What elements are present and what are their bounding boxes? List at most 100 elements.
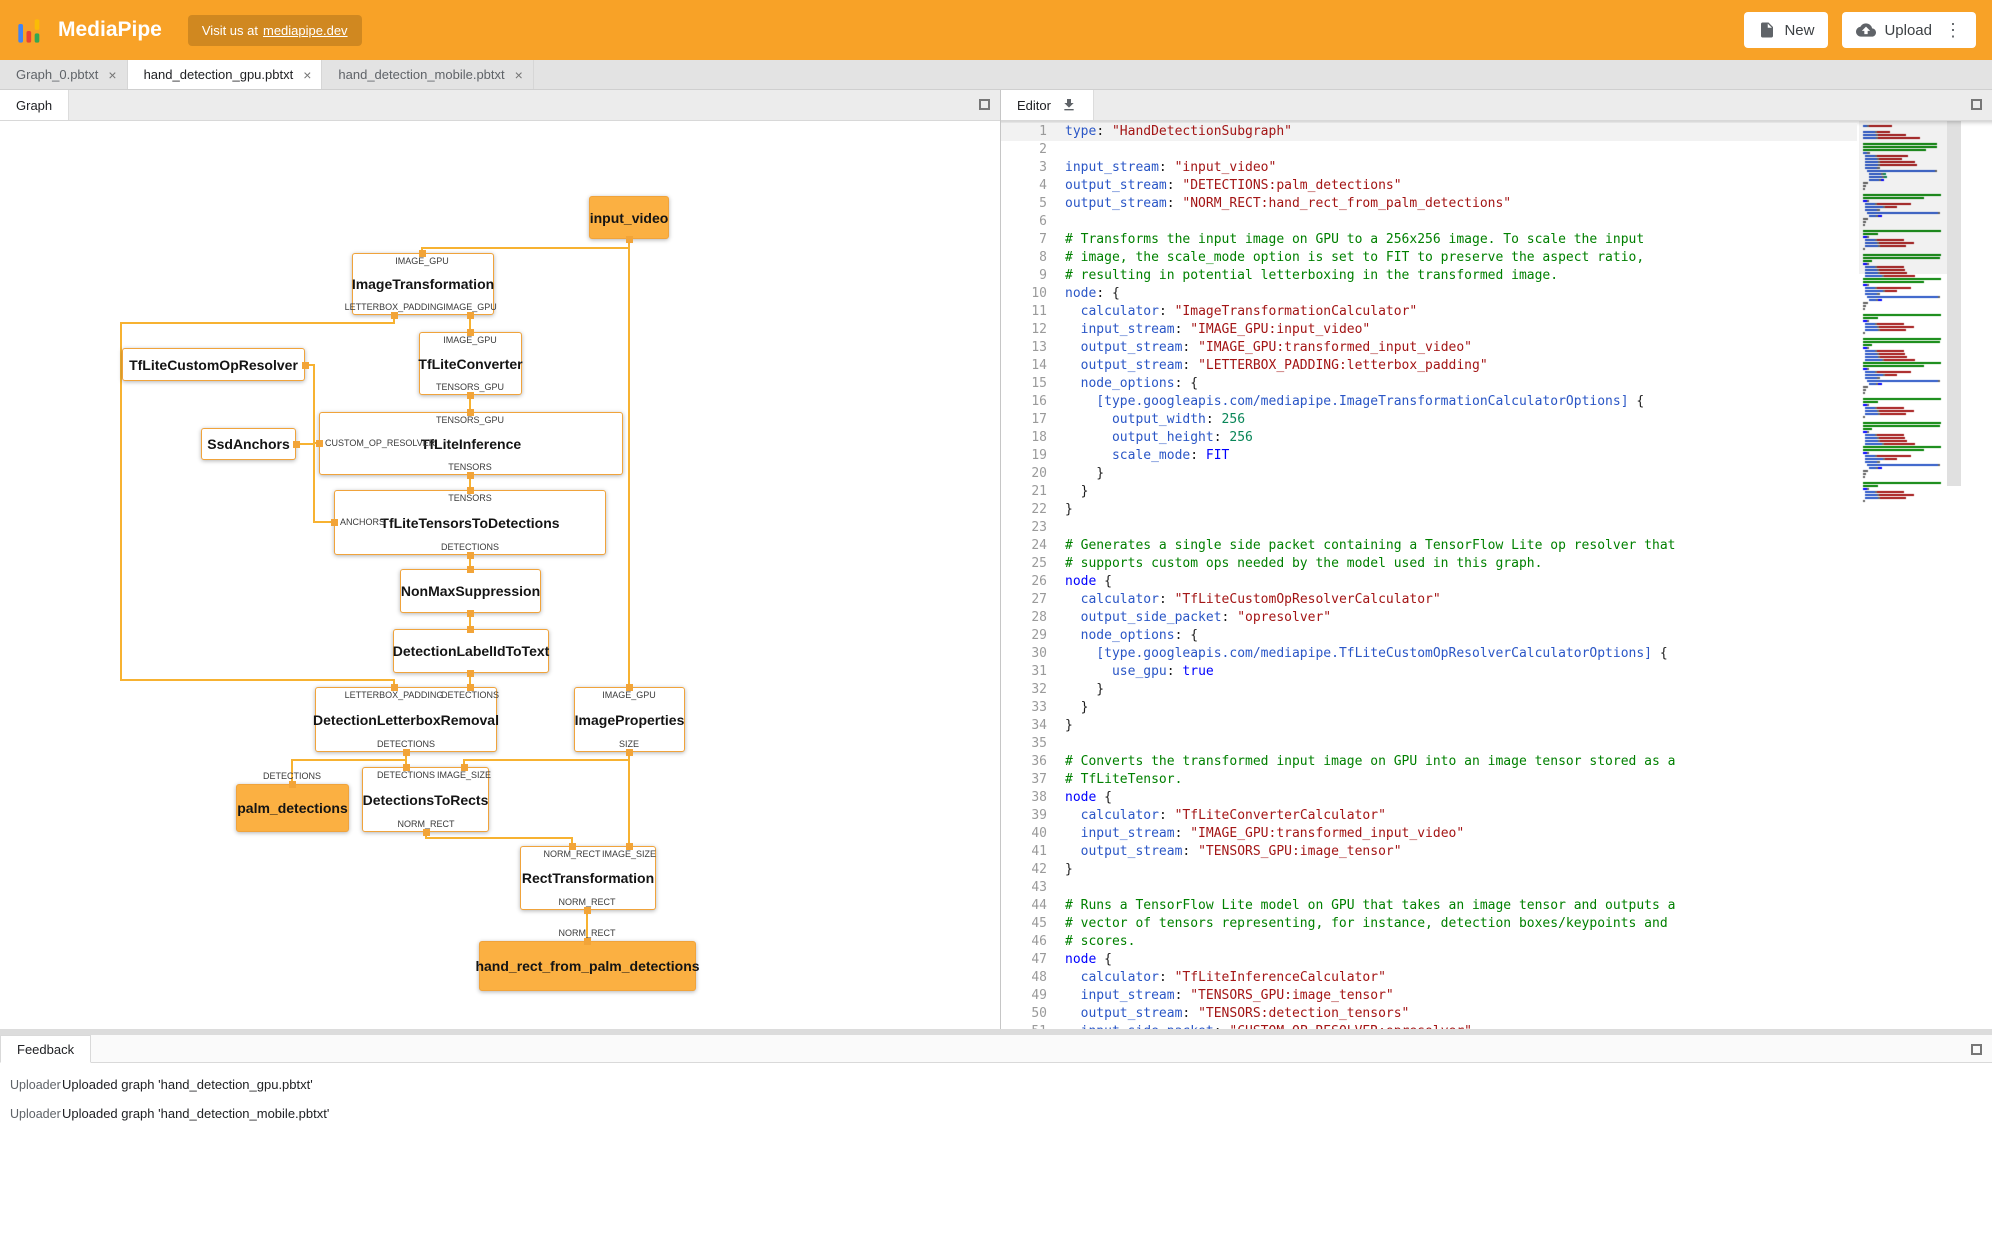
graph-node-input_video[interactable]: input_video	[589, 196, 669, 239]
close-tab-icon[interactable]: ×	[108, 67, 116, 83]
port-label: IMAGE_GPU	[443, 335, 497, 345]
code-line: 36 # Converts the transformed input image…	[1001, 753, 1857, 771]
line-number: 10	[1031, 286, 1047, 301]
code-line: 38 node {	[1001, 789, 1857, 807]
line-number: 12	[1031, 322, 1047, 337]
app-header: MediaPipe Visit us at mediapipe.dev New …	[0, 0, 1992, 60]
port-label: IMAGE_SIZE	[601, 849, 657, 859]
code-editor[interactable]: 1 type: "HandDetectionSubgraph" 2 3 input_st…	[1001, 121, 1992, 1029]
line-number: 36	[1031, 754, 1047, 769]
port-label: NORM_RECT	[397, 819, 455, 829]
node-title: SsdAnchors	[207, 436, 290, 452]
code-line: 18 output_height: 256	[1001, 429, 1857, 447]
document-tab[interactable]: hand_detection_gpu.pbtxt ×	[127, 60, 323, 89]
close-tab-icon[interactable]: ×	[515, 67, 523, 83]
visit-link[interactable]: mediapipe.dev	[263, 23, 348, 38]
document-tab[interactable]: hand_detection_mobile.pbtxt ×	[322, 60, 534, 89]
port-label: IMAGE_GPU	[443, 302, 497, 312]
port-label: DETECTIONS	[440, 542, 500, 552]
port-label: DETECTIONS	[440, 690, 500, 700]
popout-feedback-icon[interactable]	[1971, 1044, 1982, 1055]
code-line: 35	[1001, 735, 1857, 753]
port-label: IMAGE_GPU	[395, 256, 449, 266]
line-number: 19	[1031, 448, 1047, 463]
port-TENSORS_GPU	[466, 408, 474, 416]
upload-menu-icon[interactable]: ⋮	[1944, 20, 1962, 41]
line-number: 43	[1031, 880, 1047, 895]
code-line: 46 # scores.	[1001, 933, 1857, 951]
mediapipe-visualizer: MediaPipe Visit us at mediapipe.dev New …	[0, 0, 1992, 1242]
popout-graph-icon[interactable]	[979, 99, 990, 110]
graph-node-hand_rect_from_palm_detections[interactable]: hand_rect_from_palm_detections	[475, 941, 700, 991]
line-number: 18	[1031, 430, 1047, 445]
port-connector	[466, 669, 474, 677]
port-label: NORM_RECT	[543, 849, 601, 859]
visit-badge: Visit us at mediapipe.dev	[187, 14, 362, 46]
download-icon[interactable]	[1061, 97, 1077, 113]
port-label: TENSORS	[448, 462, 492, 472]
port-IMAGE_GPU	[625, 683, 633, 691]
port-label: ANCHORS	[340, 517, 386, 527]
port-DETECTIONS	[288, 780, 296, 788]
editor-panel: Editor 1 type: "HandDetectionSubgraph" 2 3 i…	[1001, 90, 1992, 1029]
node-title: TfLiteConverter	[418, 355, 523, 372]
code-line: 11 calculator: "ImageTransformationCalcu…	[1001, 303, 1857, 321]
minimap[interactable]	[1859, 121, 1947, 1029]
code-line: 10 node: {	[1001, 285, 1857, 303]
vertical-scrollbar[interactable]	[1947, 121, 1961, 486]
upload-button-label: Upload	[1884, 21, 1932, 39]
graph-node-DetectionLabelIdToText[interactable]: DetectionLabelIdToText	[393, 629, 549, 673]
code-line: 43	[1001, 879, 1857, 897]
line-number: 28	[1031, 610, 1047, 625]
code-line: 28 output_side_packet: "opresolver"	[1001, 609, 1857, 627]
code-line: 26 node {	[1001, 573, 1857, 591]
port-IMAGE_GPU	[418, 249, 426, 257]
graph-node-TfLiteCustomOpResolver[interactable]: TfLiteCustomOpResolver	[122, 348, 305, 381]
code-line: 19 scale_mode: FIT	[1001, 447, 1857, 465]
code-line: 47 node {	[1001, 951, 1857, 969]
line-number: 34	[1031, 718, 1047, 733]
port-DETECTIONS	[402, 763, 410, 771]
code-line: 17 output_width: 256	[1001, 411, 1857, 429]
editor-tab-label: Editor	[1017, 97, 1051, 113]
graph-node-NonMaxSuppression[interactable]: NonMaxSuppression	[400, 569, 541, 613]
line-number: 45	[1031, 916, 1047, 931]
graph-node-palm_detections[interactable]: palm_detections	[236, 784, 349, 832]
new-button-label: New	[1784, 21, 1815, 39]
feedback-log: Uploader Uploaded graph 'hand_detection_g…	[0, 1063, 1992, 1128]
line-number: 8	[1039, 250, 1047, 265]
code-line: 31 use_gpu: true	[1001, 663, 1857, 681]
graph-canvas[interactable]: input_video ImageTransformation IMAGE_GPU L…	[0, 121, 1000, 1029]
port-TENSORS	[466, 471, 474, 479]
close-tab-icon[interactable]: ×	[303, 67, 311, 83]
line-number: 2	[1039, 142, 1047, 157]
code-line: 22}	[1001, 501, 1857, 519]
line-number: 31	[1031, 664, 1047, 679]
feedback-tab[interactable]: Feedback	[0, 1035, 92, 1063]
line-number: 16	[1031, 394, 1047, 409]
code-line: 49 input_stream: "TENSORS_GPU:image_tens…	[1001, 987, 1857, 1005]
port-label: NORM_RECT	[558, 928, 616, 938]
upload-button[interactable]: Upload ⋮	[1842, 12, 1976, 48]
code-line: 20 }	[1001, 465, 1857, 483]
port-label: DETECTIONS	[376, 739, 436, 749]
document-tab-label: hand_detection_mobile.pbtxt	[338, 67, 505, 82]
code-line: 1 type: "HandDetectionSubgraph"	[1001, 123, 1857, 141]
port-connector	[466, 625, 474, 633]
editor-tab[interactable]: Editor	[1001, 90, 1094, 120]
graph-node-SsdAnchors[interactable]: SsdAnchors	[201, 428, 296, 460]
port-connector	[292, 440, 300, 448]
new-button[interactable]: New	[1744, 12, 1829, 48]
port-connector	[301, 361, 309, 369]
graph-tab[interactable]: Graph	[0, 90, 70, 120]
document-tab[interactable]: Graph_0.pbtxt ×	[0, 60, 128, 89]
line-number: 17	[1031, 412, 1047, 427]
popout-editor-icon[interactable]	[1971, 99, 1982, 110]
code-line: 39 calculator: "TfLiteConverterCalculato…	[1001, 807, 1857, 825]
graph-panel: Graph input_video ImageTransformation IMAG…	[0, 90, 1001, 1029]
port-label: IMAGE_GPU	[602, 690, 656, 700]
node-title: TfLiteCustomOpResolver	[129, 356, 298, 373]
line-number: 21	[1031, 484, 1047, 499]
port-DETECTIONS	[466, 683, 474, 691]
minimap-slider[interactable]	[1859, 121, 1947, 274]
